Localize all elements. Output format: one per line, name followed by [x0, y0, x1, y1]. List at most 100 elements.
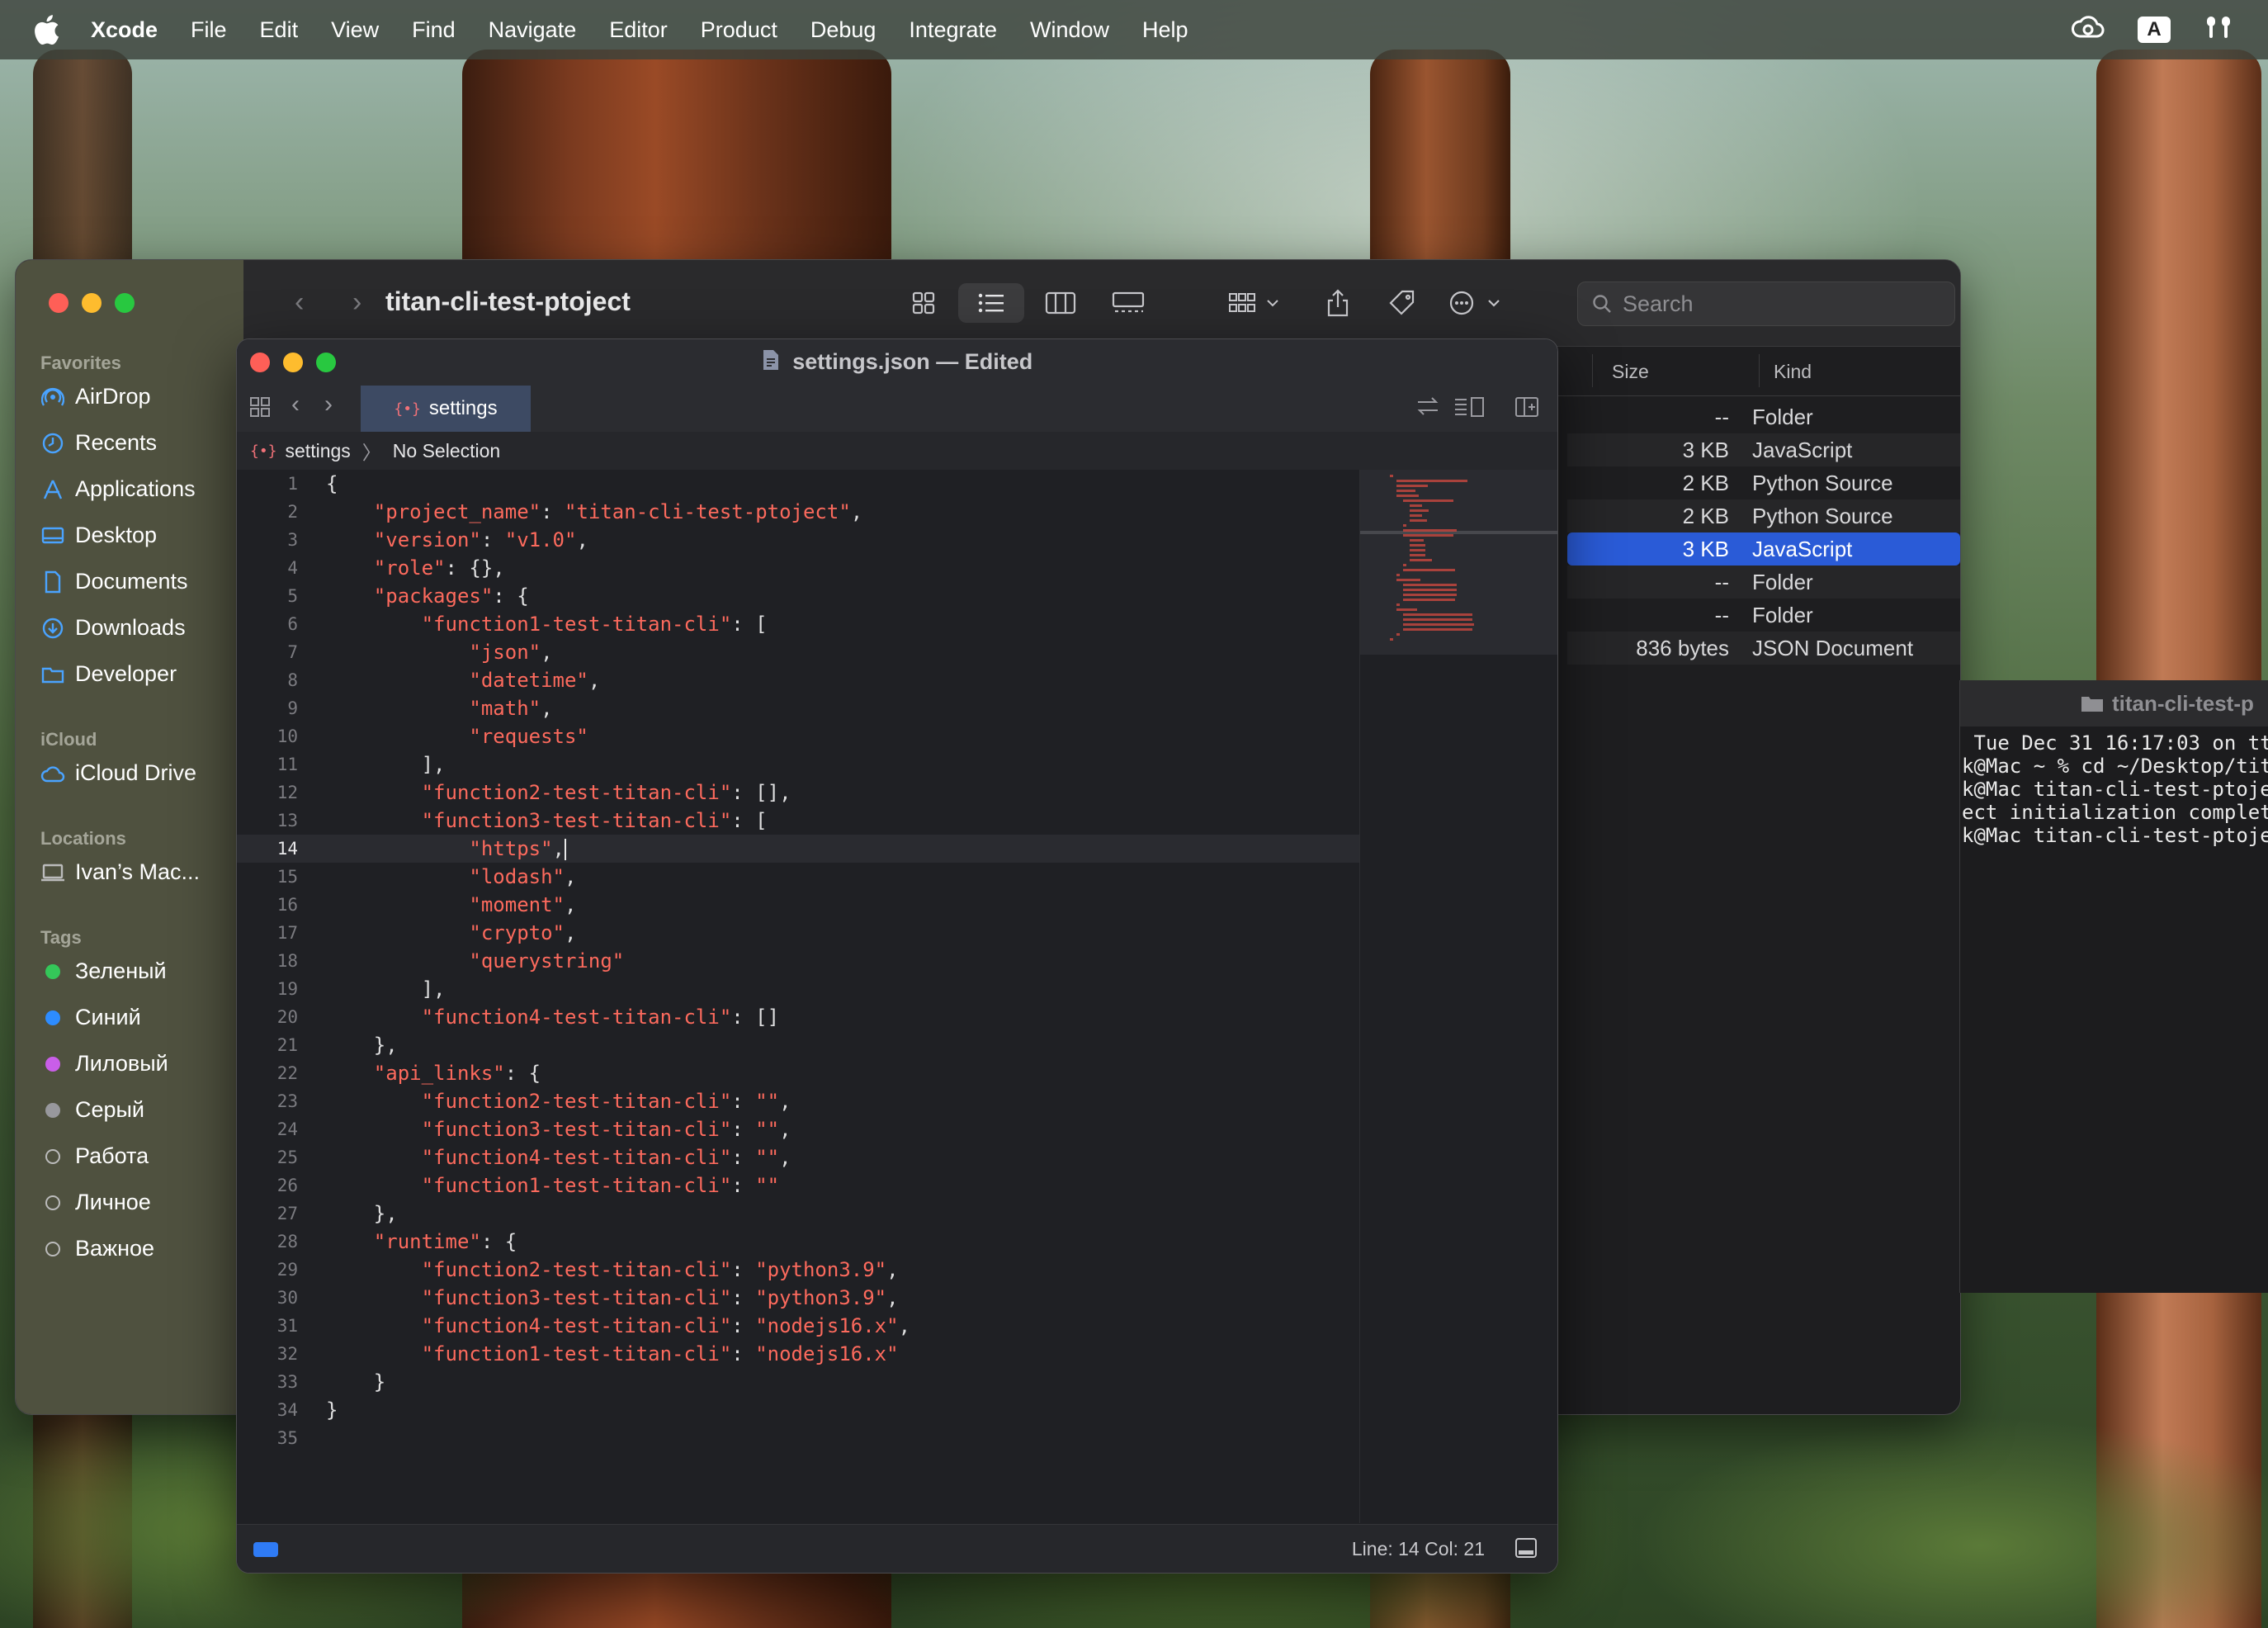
tab-settings[interactable]: {•} settings	[361, 386, 531, 432]
sidebar-item-mac[interactable]: Ivan’s Mac...	[40, 859, 200, 885]
code-line[interactable]: 16 "moment",	[237, 891, 1359, 919]
code-line[interactable]: 31 "function4-test-titan-cli": "nodejs16…	[237, 1312, 1359, 1340]
tag-icon[interactable]	[1382, 283, 1422, 323]
menu-product[interactable]: Product	[701, 17, 777, 43]
code-line[interactable]: 12 "function2-test-titan-cli": [],	[237, 779, 1359, 807]
column-header-size[interactable]: Size	[1612, 361, 1649, 383]
code-line[interactable]: 13 "function3-test-titan-cli": [	[237, 807, 1359, 835]
icon-view-icon[interactable]	[904, 283, 943, 323]
code-line[interactable]: 20 "function4-test-titan-cli": []	[237, 1003, 1359, 1031]
code-line[interactable]: 5 "packages": {	[237, 582, 1359, 610]
sidebar-item-desktop[interactable]: Desktop	[40, 523, 157, 548]
terminal-title-bar[interactable]: titan-cli-test-p	[1960, 680, 2268, 726]
code-line[interactable]: 6 "function1-test-titan-cli": [	[237, 610, 1359, 638]
sidebar-item-applications[interactable]: Applications	[40, 476, 196, 502]
sidebar-item-documents[interactable]: Documents	[40, 569, 188, 594]
input-source-badge[interactable]: A	[2138, 17, 2171, 43]
file-row[interactable]: -- Folder	[1567, 400, 1960, 433]
sidebar-tag-personal[interactable]: Личное	[40, 1190, 151, 1215]
jump-bar-selection[interactable]: No Selection	[393, 440, 500, 462]
airpods-icon[interactable]	[2202, 13, 2235, 47]
sidebar-item-developer[interactable]: Developer	[40, 661, 177, 687]
panel-toggle-icon[interactable]	[1514, 1536, 1538, 1564]
code-line[interactable]: 14 "https",	[237, 835, 1359, 863]
code-line[interactable]: 34}	[237, 1396, 1359, 1424]
sidebar-item-icloud-drive[interactable]: iCloud Drive	[40, 760, 196, 786]
sidebar-tag-important[interactable]: Важное	[40, 1236, 154, 1261]
file-row[interactable]: 836 bytes JSON Document	[1567, 632, 1960, 665]
menu-find[interactable]: Find	[412, 17, 456, 43]
more-actions-icon[interactable]	[1443, 283, 1510, 323]
menu-integrate[interactable]: Integrate	[909, 17, 997, 43]
forward-chevron-icon[interactable]: ›	[352, 286, 361, 319]
code-line[interactable]: 10 "requests"	[237, 722, 1359, 750]
file-row[interactable]: 2 KB Python Source	[1567, 466, 1960, 499]
code-line[interactable]: 33 }	[237, 1368, 1359, 1396]
code-line[interactable]: 35	[237, 1424, 1359, 1452]
minimap-viewport[interactable]	[1360, 470, 1557, 655]
code-line[interactable]: 27 },	[237, 1200, 1359, 1228]
menu-file[interactable]: File	[191, 17, 227, 43]
code-line[interactable]: 17 "crypto",	[237, 919, 1359, 947]
menu-editor[interactable]: Editor	[609, 17, 668, 43]
gallery-view-icon[interactable]	[1108, 283, 1148, 323]
menu-app-name[interactable]: Xcode	[91, 17, 158, 43]
code-line[interactable]: 3 "version": "v1.0",	[237, 526, 1359, 554]
code-line[interactable]: 19 ],	[237, 975, 1359, 1003]
menu-navigate[interactable]: Navigate	[489, 17, 577, 43]
code-line[interactable]: 32 "function1-test-titan-cli": "nodejs16…	[237, 1340, 1359, 1368]
close-button[interactable]	[49, 293, 69, 313]
sidebar-tag-work[interactable]: Работа	[40, 1143, 149, 1169]
code-line[interactable]: 15 "lodash",	[237, 863, 1359, 891]
sidebar-tag-purple[interactable]: Лиловый	[40, 1051, 168, 1077]
swap-arrows-icon[interactable]	[1415, 395, 1440, 424]
menu-help[interactable]: Help	[1142, 17, 1188, 43]
debug-area-toggle-icon[interactable]	[253, 1542, 278, 1557]
code-line[interactable]: 30 "function3-test-titan-cli": "python3.…	[237, 1284, 1359, 1312]
code-line[interactable]: 25 "function4-test-titan-cli": "",	[237, 1143, 1359, 1171]
code-editor[interactable]: 1{2 "project_name": "titan-cli-test-ptoj…	[237, 470, 1359, 1523]
apple-menu-icon[interactable]	[33, 15, 63, 45]
code-line[interactable]: 18 "querystring"	[237, 947, 1359, 975]
code-line[interactable]: 29 "function2-test-titan-cli": "python3.…	[237, 1256, 1359, 1284]
forward-chevron-icon[interactable]: ›	[324, 390, 333, 419]
code-line[interactable]: 8 "datetime",	[237, 666, 1359, 694]
code-line[interactable]: 26 "function1-test-titan-cli": ""	[237, 1171, 1359, 1200]
sidebar-item-downloads[interactable]: Downloads	[40, 615, 186, 641]
code-line[interactable]: 7 "json",	[237, 638, 1359, 666]
menu-debug[interactable]: Debug	[810, 17, 876, 43]
file-row[interactable]: -- Folder	[1567, 599, 1960, 632]
menu-view[interactable]: View	[331, 17, 379, 43]
sidebar-tag-blue[interactable]: Синий	[40, 1005, 141, 1030]
terminal-output[interactable]: Tue Dec 31 16:17:03 on tt k@Mac ~ % cd ~/…	[1962, 731, 2268, 847]
add-editor-icon[interactable]	[1514, 395, 1539, 425]
code-line[interactable]: 2 "project_name": "titan-cli-test-ptojec…	[237, 498, 1359, 526]
code-line[interactable]: 4 "role": {},	[237, 554, 1359, 582]
file-row[interactable]: 3 KB JavaScript	[1567, 433, 1960, 466]
sidebar-tag-gray[interactable]: Серый	[40, 1097, 144, 1123]
back-chevron-icon[interactable]: ‹	[291, 390, 300, 419]
file-row-selected[interactable]: 3 KB JavaScript	[1567, 532, 1960, 566]
file-row[interactable]: 2 KB Python Source	[1567, 499, 1960, 532]
sidebar-item-recents[interactable]: Recents	[40, 430, 157, 456]
list-view-icon[interactable]	[958, 283, 1024, 323]
back-chevron-icon[interactable]: ‹	[295, 286, 304, 319]
editor-options-icon[interactable]	[1453, 395, 1485, 425]
share-icon[interactable]	[1318, 283, 1358, 323]
sidebar-tag-green[interactable]: Зеленый	[40, 958, 167, 984]
code-line[interactable]: 9 "math",	[237, 694, 1359, 722]
finder-search-field[interactable]: Search	[1577, 282, 1955, 326]
code-line[interactable]: 21 },	[237, 1031, 1359, 1059]
group-by-icon[interactable]	[1224, 283, 1290, 323]
code-line[interactable]: 28 "runtime": {	[237, 1228, 1359, 1256]
menu-edit[interactable]: Edit	[260, 17, 299, 43]
jump-bar-file[interactable]: settings	[286, 440, 351, 462]
minimap[interactable]	[1359, 470, 1557, 1523]
column-view-icon[interactable]	[1041, 283, 1080, 323]
menu-window[interactable]: Window	[1030, 17, 1109, 43]
code-line[interactable]: 24 "function3-test-titan-cli": "",	[237, 1115, 1359, 1143]
code-line[interactable]: 1{	[237, 470, 1359, 498]
code-line[interactable]: 22 "api_links": {	[237, 1059, 1359, 1087]
sidebar-item-airdrop[interactable]: AirDrop	[40, 384, 151, 409]
code-line[interactable]: 11 ],	[237, 750, 1359, 779]
